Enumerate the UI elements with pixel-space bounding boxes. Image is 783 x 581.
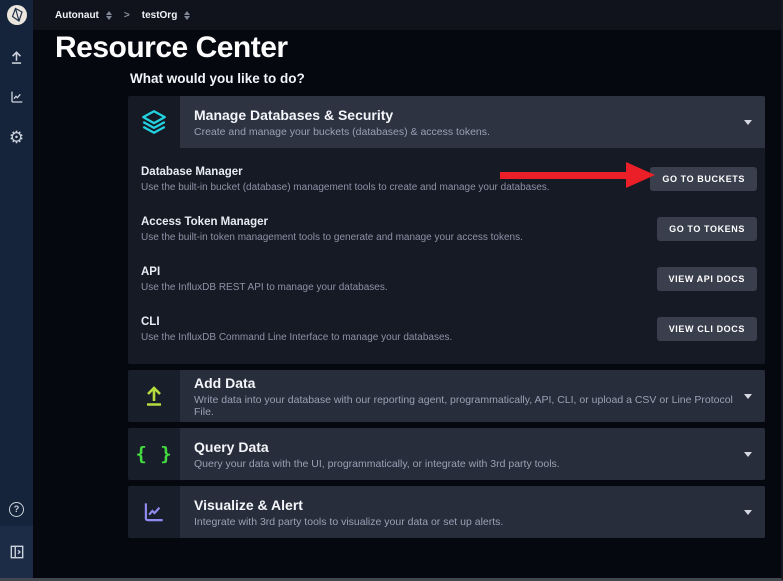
row-description: Use the InfluxDB Command Line Interface … bbox=[141, 332, 452, 343]
app-root: { "topbar": { "breadcrumb": { "org": "Au… bbox=[0, 0, 783, 581]
sidebar-nav: ⚙ bbox=[0, 40, 33, 154]
row-title: CLI bbox=[141, 316, 452, 328]
panel-title: Add Data bbox=[194, 375, 735, 391]
chevron-down-icon[interactable] bbox=[744, 120, 752, 125]
row-description: Use the built-in token management tools … bbox=[141, 232, 523, 243]
sidebar-item-data-explorer[interactable] bbox=[0, 80, 33, 114]
suborg-switcher-caret-icon[interactable] bbox=[184, 11, 190, 20]
line-chart-icon bbox=[141, 499, 167, 525]
panel-visualize-alert: Visualize & Alert Integrate with 3rd par… bbox=[128, 486, 765, 538]
page-title: Resource Center bbox=[55, 31, 288, 65]
layers-icon bbox=[140, 108, 168, 136]
influxdb-logo[interactable] bbox=[6, 4, 28, 26]
upload-icon bbox=[141, 383, 167, 409]
sidebar-item-settings[interactable]: ⚙ bbox=[0, 120, 33, 154]
sidebar-bottom: ? bbox=[0, 492, 33, 578]
panel-manage-databases: Manage Databases & Security Create and m… bbox=[128, 96, 765, 364]
resource-panels: Manage Databases & Security Create and m… bbox=[128, 96, 765, 544]
sidebar: ⚙ ? bbox=[0, 0, 33, 578]
org-switcher-caret-icon[interactable] bbox=[106, 11, 112, 20]
gear-icon: ⚙ bbox=[9, 129, 24, 146]
breadcrumb-org[interactable]: Autonaut bbox=[55, 10, 99, 21]
panel-title: Visualize & Alert bbox=[194, 497, 735, 513]
panel-query-data-header[interactable]: { } Query Data Query your data with the … bbox=[128, 428, 765, 480]
resource-row-database-manager: Database Manager Use the built-in bucket… bbox=[141, 154, 757, 204]
panel-description: Integrate with 3rd party tools to visual… bbox=[194, 516, 735, 528]
braces-icon: { } bbox=[135, 443, 172, 465]
panel-description: Write data into your database with our r… bbox=[194, 394, 735, 418]
chevron-down-icon[interactable] bbox=[744, 394, 752, 399]
row-description: Use the built-in bucket (database) manag… bbox=[141, 182, 550, 193]
panel-title: Manage Databases & Security bbox=[194, 107, 735, 123]
panel-query-data: { } Query Data Query your data with the … bbox=[128, 428, 765, 480]
panel-description: Query your data with the UI, programmati… bbox=[194, 458, 735, 470]
row-title: Database Manager bbox=[141, 166, 550, 178]
influxdb-logo-icon bbox=[6, 4, 28, 26]
panel-toggle-icon bbox=[10, 545, 24, 559]
panel-manage-databases-header[interactable]: Manage Databases & Security Create and m… bbox=[128, 96, 765, 148]
view-api-docs-button[interactable]: VIEW API DOCS bbox=[657, 267, 757, 291]
resource-row-access-token-manager: Access Token Manager Use the built-in to… bbox=[141, 204, 757, 254]
panel-visualize-alert-header[interactable]: Visualize & Alert Integrate with 3rd par… bbox=[128, 486, 765, 538]
line-chart-icon bbox=[9, 89, 25, 105]
chevron-down-icon[interactable] bbox=[744, 452, 752, 457]
page-subtitle: What would you like to do? bbox=[130, 71, 305, 86]
panel-manage-databases-body: Database Manager Use the built-in bucket… bbox=[128, 148, 765, 364]
resource-row-api: API Use the InfluxDB REST API to manage … bbox=[141, 254, 757, 304]
row-title: API bbox=[141, 266, 388, 278]
row-title: Access Token Manager bbox=[141, 216, 523, 228]
breadcrumb-separator: > bbox=[124, 10, 130, 21]
sidebar-item-load-data[interactable] bbox=[0, 40, 33, 74]
resource-row-cli: CLI Use the InfluxDB Command Line Interf… bbox=[141, 304, 757, 354]
upload-icon bbox=[8, 49, 25, 66]
panel-add-data: Add Data Write data into your database w… bbox=[128, 370, 765, 422]
chevron-down-icon[interactable] bbox=[744, 510, 752, 515]
panel-add-data-header[interactable]: Add Data Write data into your database w… bbox=[128, 370, 765, 422]
view-cli-docs-button[interactable]: VIEW CLI DOCS bbox=[657, 317, 757, 341]
go-to-buckets-button[interactable]: GO TO BUCKETS bbox=[650, 167, 757, 191]
panel-title: Query Data bbox=[194, 439, 735, 455]
sidebar-item-toggle[interactable] bbox=[0, 526, 33, 578]
topbar: Autonaut > testOrg bbox=[33, 0, 781, 30]
row-description: Use the InfluxDB REST API to manage your… bbox=[141, 282, 388, 293]
panel-description: Create and manage your buckets (database… bbox=[194, 126, 735, 138]
go-to-tokens-button[interactable]: GO TO TOKENS bbox=[657, 217, 757, 241]
sidebar-item-help[interactable]: ? bbox=[0, 492, 33, 526]
breadcrumb-suborg[interactable]: testOrg bbox=[142, 10, 178, 21]
help-icon: ? bbox=[9, 502, 24, 517]
